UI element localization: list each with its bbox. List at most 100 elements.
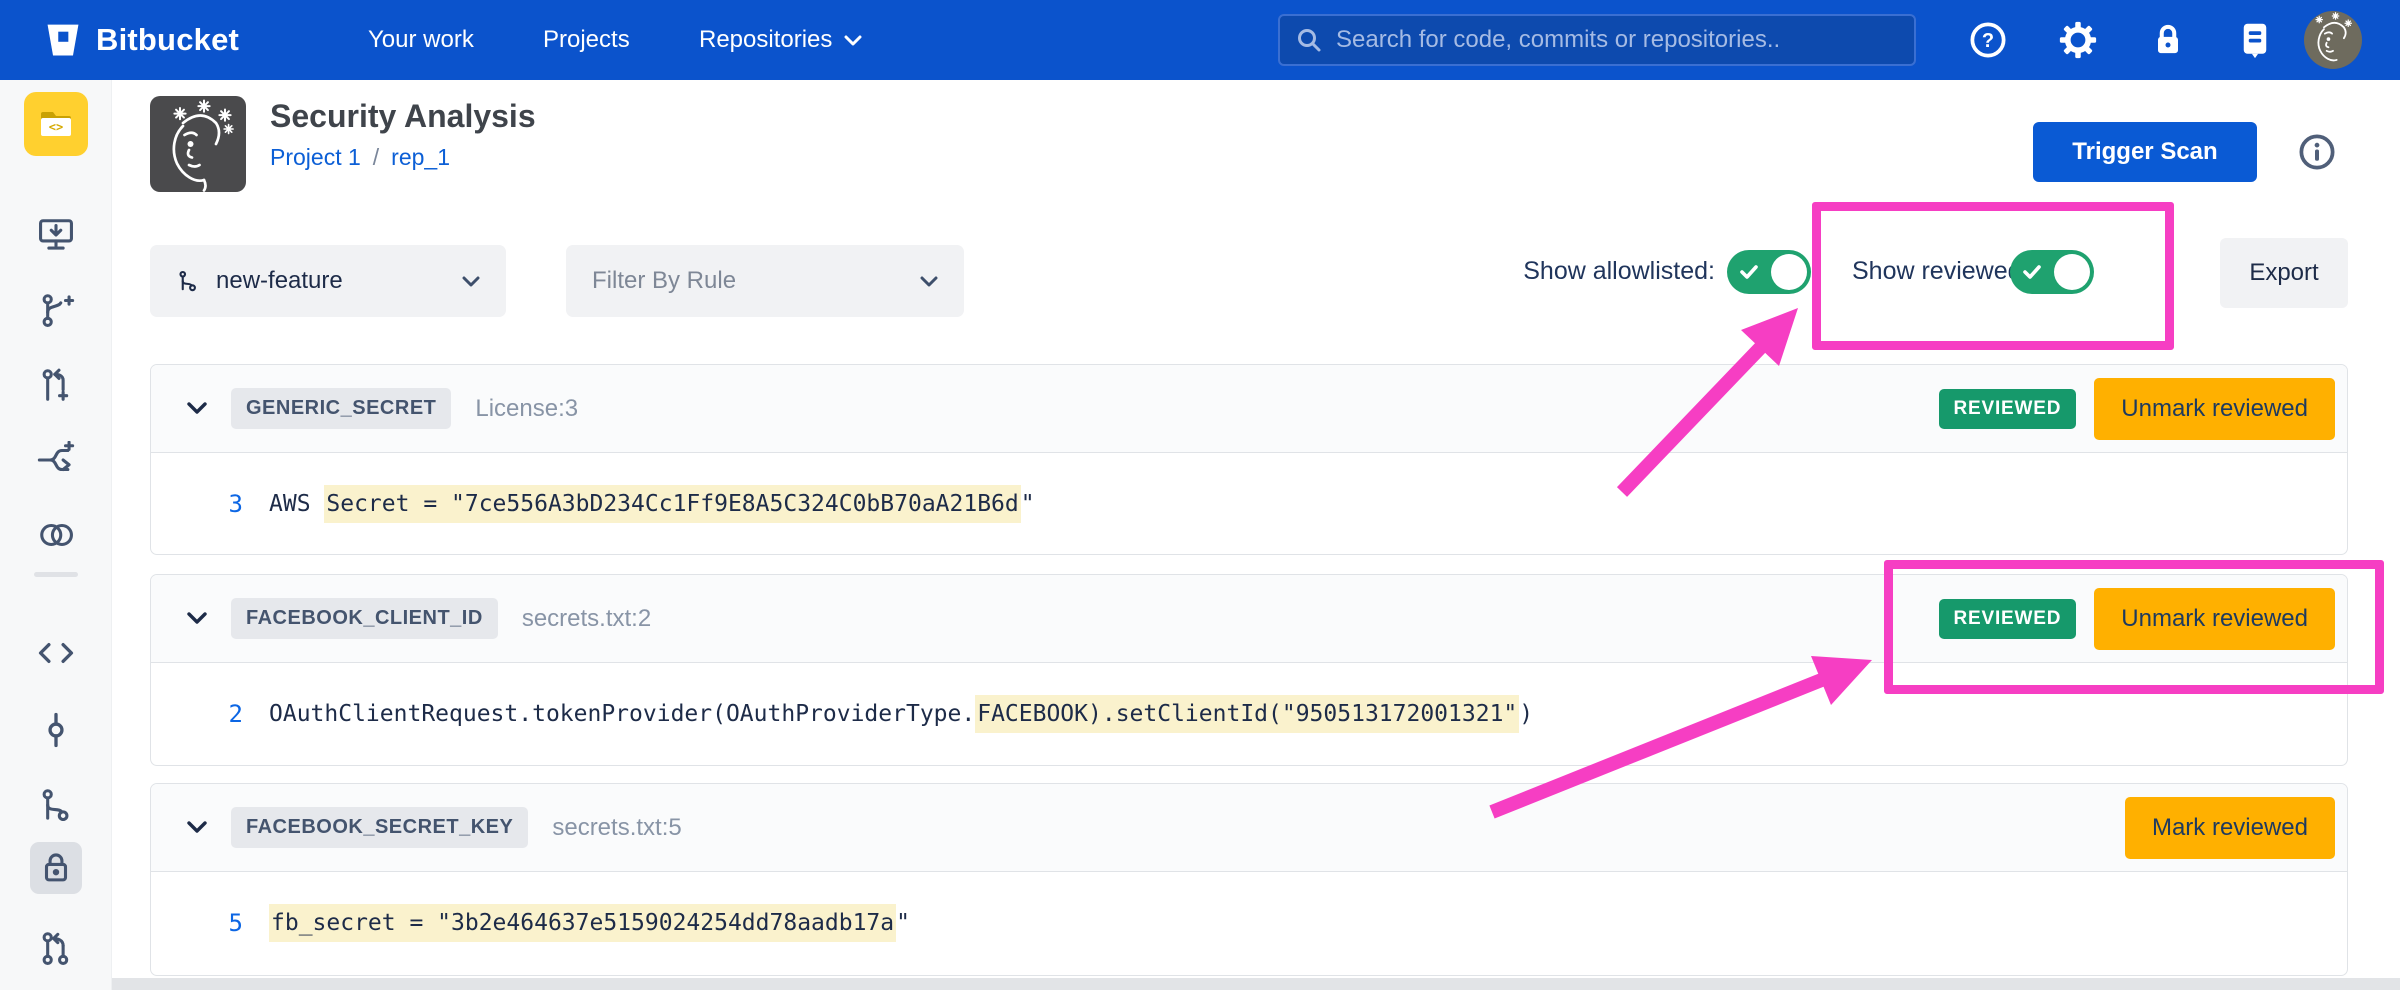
project-avatar [150,96,246,192]
secret-highlight: FACEBOOK).setClientId("950513172001321" [975,695,1519,733]
bitbucket-security-analysis-page: Bitbucket Your work Projects Repositorie… [0,0,2400,990]
code-prefix: AWS [269,491,324,517]
show-allowlisted-label: Show allowlisted: [1523,257,1715,286]
finding-code-row: 5 fb_secret = "3b2e464637e5159024254dd78… [151,872,2347,974]
left-sidebar: <> [0,80,112,990]
svg-text:<>: <> [49,120,63,134]
brand-title[interactable]: Bitbucket [96,0,239,80]
rule-badge: FACEBOOK_CLIENT_ID [231,598,498,639]
finding-location: secrets.txt:5 [552,814,681,842]
export-button[interactable]: Export [2220,238,2348,308]
check-icon [1738,261,1760,283]
avatar-face-art [2304,11,2362,69]
sidebar-item-pull-requests[interactable] [34,926,78,970]
clone-icon [37,216,75,254]
collapse-chevron-icon[interactable] [187,612,207,625]
settings-button[interactable] [2056,18,2100,62]
finding-card-facebook-secret-key: FACEBOOK_SECRET_KEY secrets.txt:5 Mark r… [150,783,2348,976]
source-code-icon [37,634,75,672]
sidebar-item-compare[interactable] [34,513,78,557]
sidebar-item-security[interactable] [30,842,82,894]
help-icon: ? [1968,20,2008,60]
sidebar-divider [34,572,78,577]
search-input[interactable] [1334,25,1898,55]
rule-filter-selector[interactable]: Filter By Rule [566,245,964,317]
finding-location: secrets.txt:2 [522,605,651,633]
repo-avatar[interactable]: <> [24,92,88,156]
rule-badge: GENERIC_SECRET [231,388,451,429]
sidebar-item-pipelines[interactable] [34,438,78,482]
collapse-chevron-icon[interactable] [187,402,207,415]
feedback-button[interactable] [2233,18,2277,62]
finding-code-row: 3 AWS Secret = "7ce556A3bD234Cc1Ff9E8A5C… [151,453,2347,555]
chevron-down-icon [462,276,480,287]
code-prefix: OAuthClientRequest.tokenProvider(OAuthPr… [269,701,975,727]
code-line-number: 2 [215,700,243,728]
bottom-strip [112,978,2400,990]
show-reviewed-label: Show reviewed: [1852,257,2028,286]
finding-card-generic-secret: GENERIC_SECRET License:3 REVIEWED Unmark… [150,364,2348,555]
help-button[interactable]: ? [1966,18,2010,62]
svg-text:?: ? [1982,30,1994,52]
breadcrumb-separator: / [361,144,391,170]
breadcrumb-repo-link[interactable]: rep_1 [391,144,450,170]
sidebar-item-commits[interactable] [34,708,78,752]
compare-icon [37,516,75,554]
secret-highlight: Secret = "7ce556A3bD234Cc1Ff9E8A5C324C0b… [324,485,1020,523]
user-avatar[interactable] [2304,11,2362,69]
chevron-down-icon [920,276,938,287]
search-icon [1296,27,1322,53]
create-pr-icon [37,366,75,404]
feedback-icon [2235,20,2275,60]
branch-icon [176,269,200,293]
page-title: Security Analysis [270,98,536,135]
pull-requests-icon [37,929,75,967]
collapse-chevron-icon[interactable] [187,821,207,834]
finding-location: License:3 [475,395,578,423]
sidebar-item-clone[interactable] [34,213,78,257]
toggle-knob [2054,254,2090,290]
unmark-reviewed-button[interactable]: Unmark reviewed [2094,588,2335,650]
sidebar-item-create-branch[interactable] [34,288,78,332]
create-branch-icon [37,291,75,329]
finding-header: FACEBOOK_SECRET_KEY secrets.txt:5 Mark r… [151,784,2347,872]
finding-header: FACEBOOK_CLIENT_ID secrets.txt:2 REVIEWE… [151,575,2347,663]
top-navbar: Bitbucket Your work Projects Repositorie… [0,0,2400,80]
sidebar-item-branches[interactable] [34,783,78,827]
security-lock-icon [37,849,75,887]
sidebar-item-create-pull-request[interactable] [34,363,78,407]
trigger-scan-button[interactable]: Trigger Scan [2033,122,2257,182]
branch-selector-value: new-feature [216,267,343,295]
global-search[interactable] [1278,14,1916,66]
security-lock-button[interactable] [2146,18,2190,62]
secret-highlight: fb_secret = "3b2e464637e5159024254dd78aa… [269,904,896,942]
breadcrumb: Project 1/rep_1 [270,144,450,171]
commits-icon [37,711,75,749]
nav-projects[interactable]: Projects [543,0,630,80]
mark-reviewed-button[interactable]: Mark reviewed [2125,797,2335,859]
show-reviewed-toggle[interactable] [2010,250,2094,294]
chevron-down-icon [844,35,862,46]
bitbucket-logo-icon[interactable] [44,21,82,59]
breadcrumb-project-link[interactable]: Project 1 [270,144,361,170]
branch-selector[interactable]: new-feature [150,245,506,317]
info-button[interactable] [2297,132,2337,172]
code-line-number: 5 [215,909,243,937]
show-allowlisted-toggle[interactable] [1727,250,1811,294]
reviewed-status-badge: REVIEWED [1939,599,2077,639]
finding-card-facebook-client-id: FACEBOOK_CLIENT_ID secrets.txt:2 REVIEWE… [150,574,2348,766]
toggle-knob [1771,254,1807,290]
code-line: AWS Secret = "7ce556A3bD234Cc1Ff9E8A5C32… [269,491,1035,517]
rule-badge: FACEBOOK_SECRET_KEY [231,807,528,848]
nav-your-work[interactable]: Your work [368,0,474,80]
code-suffix: " [1021,491,1035,517]
main-content: Security Analysis Project 1/rep_1 Trigge… [112,80,2400,990]
nav-repositories[interactable]: Repositories [699,0,862,80]
unmark-reviewed-button[interactable]: Unmark reviewed [2094,378,2335,440]
branches-icon [37,786,75,824]
sidebar-item-source[interactable] [34,631,78,675]
code-suffix: ) [1519,701,1533,727]
gear-icon [2058,20,2098,60]
repo-folder-icon: <> [36,104,76,144]
code-line: fb_secret = "3b2e464637e5159024254dd78aa… [269,910,910,936]
